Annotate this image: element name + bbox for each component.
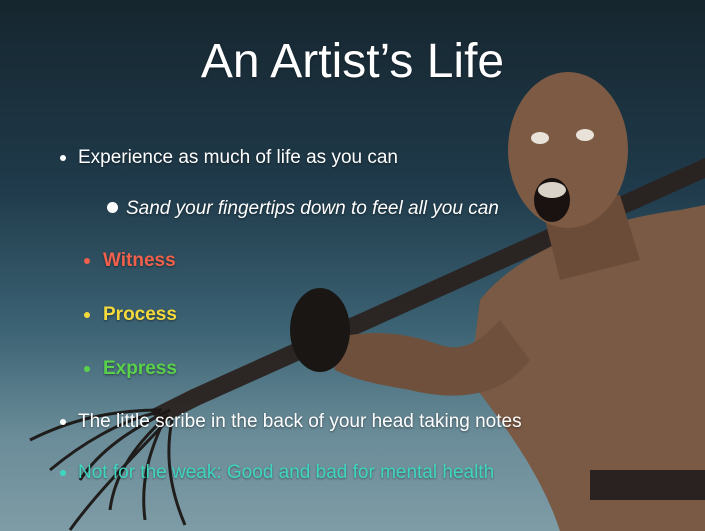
- bullet-dot: [84, 258, 90, 264]
- bullet-experience: Experience as much of life as you can: [78, 147, 399, 168]
- bullet-sand-fingertips: Sand your fingertips down to feel all yo…: [126, 198, 499, 219]
- bullet-dot: [84, 366, 90, 372]
- figure-belt: [590, 470, 705, 500]
- bullet-witness: Witness: [103, 250, 176, 271]
- bullet-dot: [60, 470, 66, 476]
- figure-eye: [531, 132, 549, 144]
- bullet-dot: [107, 202, 118, 213]
- slide-title: An Artist’s Life: [200, 35, 505, 88]
- figure-eye: [576, 129, 594, 141]
- bullet-not-for-the-weak: Not for the weak: Good and bad for menta…: [78, 462, 495, 483]
- figure-glove: [290, 288, 350, 372]
- slide: An Artist’s Life Experience as much of l…: [0, 0, 705, 531]
- bullet-express: Express: [103, 358, 177, 379]
- bullet-dot: [60, 419, 66, 425]
- bullet-little-scribe: The little scribe in the back of your he…: [78, 411, 522, 432]
- bullet-process: Process: [103, 304, 177, 325]
- bullet-dot: [60, 155, 66, 161]
- bullet-dot: [84, 312, 90, 318]
